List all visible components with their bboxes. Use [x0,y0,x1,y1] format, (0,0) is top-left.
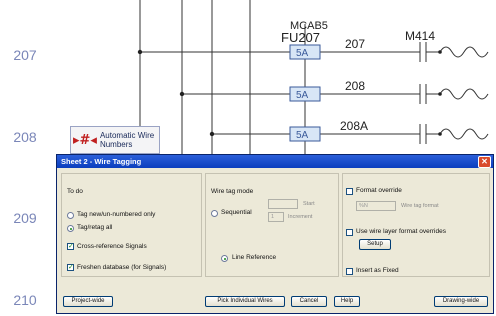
layer-override-label: Use wire layer format overrides [356,228,446,235]
increment-field[interactable]: 1 [268,212,284,222]
automatic-wire-numbers-button[interactable]: ▸#◂ Automatic Wire Numbers [70,126,160,154]
cancel-button[interactable]: Cancel [291,296,327,307]
fuse-rating: 5A [296,90,309,101]
format-override-checkbox[interactable] [346,188,353,195]
wire-number: 208A [340,119,368,133]
todo-heading: To do [67,188,83,195]
rung-number: 208 [13,129,37,145]
format-hint: Wire tag format [401,203,439,209]
automatic-wire-numbers-label: Automatic Wire Numbers [99,131,155,149]
rung-number: 207 [13,47,37,63]
cross-reference-label: Cross-reference Signals [77,243,147,250]
tag-new-label: Tag new/un-numbered only [77,211,156,218]
rung-number: 210 [13,292,37,308]
increment-label: Increment [288,214,313,220]
line-reference-label: Line Reference [232,254,277,261]
start-field[interactable] [268,199,298,209]
motor-tag: M414 [405,29,435,43]
wire-number: 207 [345,37,365,51]
setup-button[interactable]: Setup [359,239,391,250]
todo-group: To do Tag new/un-numbered only Tag/retag… [61,173,202,277]
project-wide-button[interactable]: Project-wide [63,296,113,307]
pick-individual-wires-button[interactable]: Pick Individual Wires [205,296,285,307]
close-icon[interactable]: ✕ [478,156,491,168]
dialog-title: Sheet 2 - Wire Tagging [61,157,142,166]
format-override-label: Format override [356,187,402,194]
drawing-wide-button[interactable]: Drawing-wide [434,296,488,307]
insert-fixed-checkbox[interactable] [346,268,353,275]
fuse-rating: 5A [296,48,309,59]
wire-tag-mode-heading: Wire tag mode [211,188,254,195]
fuse-rating: 5A [296,130,309,141]
tag-retag-all-radio[interactable] [67,225,74,232]
help-button[interactable]: Help [334,296,360,307]
insert-fixed-label: Insert as Fixed [356,267,399,274]
fuse-tag: FU207 [281,30,320,45]
cross-reference-checkbox[interactable]: ✓ [67,243,74,250]
sequential-radio[interactable] [211,210,218,217]
start-label: Start [303,201,315,207]
tag-new-radio[interactable] [67,212,74,219]
sequential-label: Sequential [221,209,252,216]
wire-tag-mode-group: Wire tag mode Sequential Start 1 Increme… [205,173,339,277]
wire-number-icon: ▸#◂ [73,132,97,148]
line-reference-radio[interactable] [221,255,228,262]
wire-tagging-dialog: Sheet 2 - Wire Tagging ✕ To do Tag new/u… [56,154,494,314]
layer-override-checkbox[interactable] [346,229,353,236]
freshen-database-label: Freshen database (for Signals) [77,264,167,271]
format-field[interactable]: %N [356,201,396,211]
format-group: Format override %N Wire tag format Use w… [342,173,490,277]
dialog-titlebar[interactable]: Sheet 2 - Wire Tagging ✕ [57,155,493,168]
freshen-database-checkbox[interactable]: ✓ [67,264,74,271]
rung-number: 209 [13,210,37,226]
tag-retag-all-label: Tag/retag all [77,224,113,231]
wire-number: 208 [345,79,365,93]
